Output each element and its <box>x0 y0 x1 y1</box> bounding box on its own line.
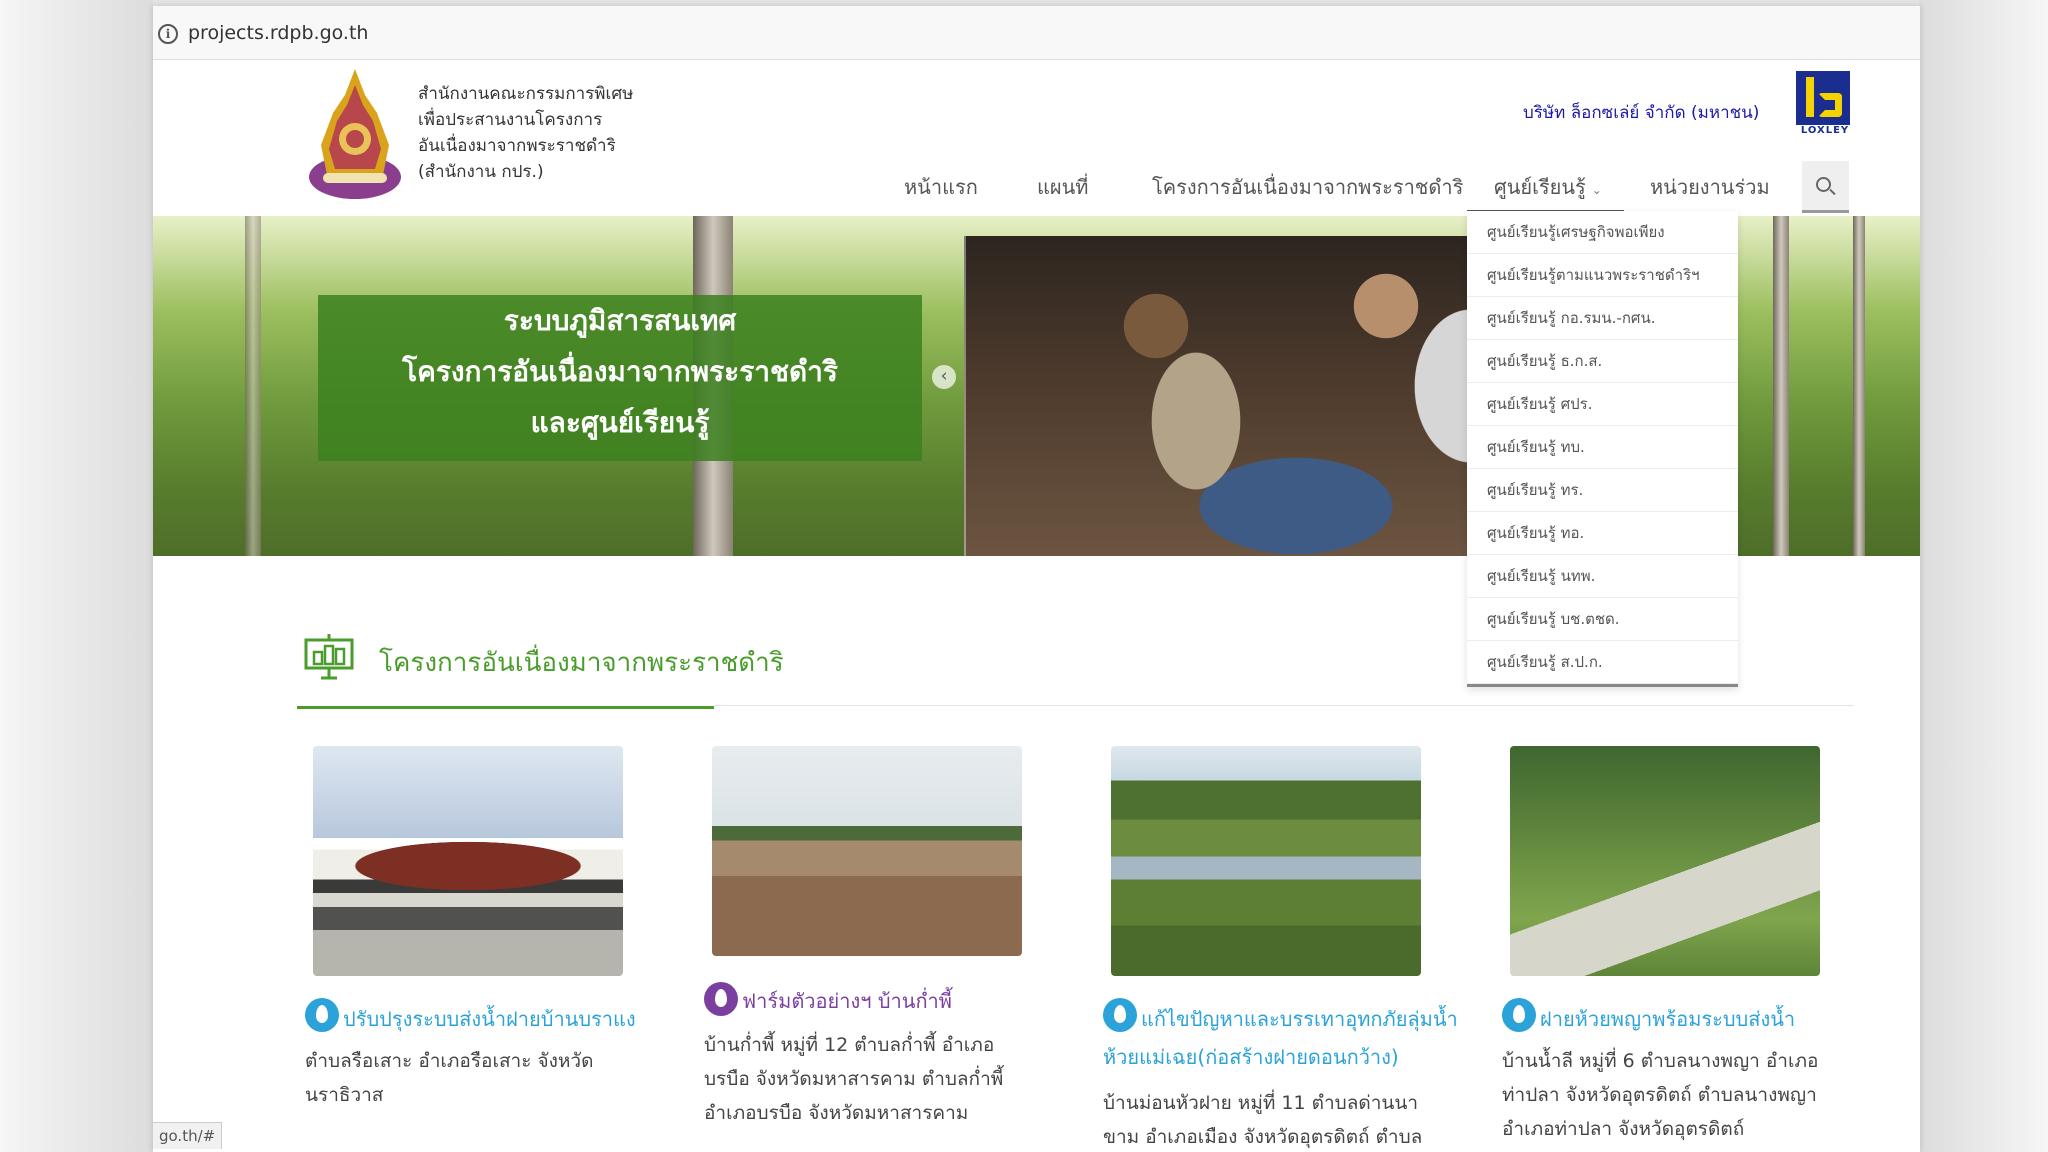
nav-item-map[interactable]: แผนที่ <box>1037 161 1088 213</box>
company-link[interactable]: บริษัท ล็อกซเล่ย์ จำกัด (มหาชน) <box>1523 99 1759 126</box>
dropdown-item[interactable]: ศูนย์เรียนรู้ ส.ป.ก. <box>1467 641 1738 684</box>
section-title: โครงการอันเนื่องมาจากพระราชดำริ <box>379 648 784 678</box>
project-description: บ้านม่อนหัวฝาย หมู่ที่ 11 ตำบลด่านนา ขาม… <box>1103 1086 1443 1152</box>
project-image[interactable] <box>1111 746 1421 976</box>
dropdown-item[interactable]: ศูนย์เรียนรู้ ศปร. <box>1467 383 1738 426</box>
dropdown-item[interactable]: ศูนย์เรียนรู้ ทบ. <box>1467 426 1738 469</box>
project-description-line: นราธิวาส <box>305 1084 384 1106</box>
slider-prev-icon[interactable]: ‹ <box>932 365 956 389</box>
section-divider <box>714 705 1854 706</box>
nav-item-royal-projects[interactable]: โครงการอันเนื่องมาจากพระราชดำริ <box>1152 161 1463 213</box>
project-card[interactable]: ฝายห้วยพญาพร้อมระบบส่งน้ำ บ้านน้ำลี หมู่… <box>1502 746 1842 1146</box>
nav-item-learning-centers[interactable]: ศูนย์เรียนรู้ ⌄ <box>1467 161 1624 213</box>
dropdown-item[interactable]: ศูนย์เรียนรู้ นทพ. <box>1467 555 1738 598</box>
browser-window: i projects.rdpb.go.th สำนักงานคณะกรรมการ… <box>153 6 1920 1152</box>
project-image[interactable] <box>712 746 1022 956</box>
status-bar-url: go.th/# <box>153 1122 223 1149</box>
learning-centers-dropdown: ศูนย์เรียนรู้เศรษฐกิจพอเพียง ศูนย์เรียนร… <box>1467 211 1738 687</box>
org-name-line: อันเนื่องมาจากพระราชดำริ <box>418 136 616 156</box>
project-description: บ้านน้ำลี หมู่ที่ 6 ตำบลนางพญา อำเภอ ท่า… <box>1502 1044 1842 1146</box>
project-description: บ้านก่ำพี้ หมู่ที่ 12 ตำบลก่ำพี้ อำเภอ บ… <box>704 1028 1044 1130</box>
project-title[interactable]: ปรับปรุงระบบส่งน้ำฝายบ้านบราแง <box>343 1000 636 1038</box>
loxley-label: LOXLEY <box>1800 125 1850 136</box>
project-title-line: แก้ไขปัญหาและบรรเทาอุทกภัยลุ่มน้ำ <box>1141 1007 1458 1031</box>
project-description-line: บ้านก่ำพี้ หมู่ที่ 12 ตำบลก่ำพี้ อำเภอ <box>704 1034 995 1056</box>
dropdown-item[interactable]: ศูนย์เรียนรู้ตามแนวพระราชดำริฯ <box>1467 254 1738 297</box>
project-description-line: อำเภอท่าปลา จังหวัดอุตรดิตถ์ <box>1502 1118 1745 1140</box>
hero-caption-line: โครงการอันเนื่องมาจากพระราชดำริ <box>402 355 838 388</box>
project-description-line: บรบือ จังหวัดมหาสารคาม ตำบลก่ำพี้ <box>704 1068 1004 1090</box>
address-bar[interactable]: i projects.rdpb.go.th <box>153 6 1920 60</box>
project-description-line: ขาม อำเภอเมือง จังหวัดอุตรดิตถ์ ตำบล <box>1103 1126 1423 1148</box>
main-nav: หน้าแรก แผนที่ โครงการอันเนื่องมาจากพระร… <box>153 161 1920 213</box>
water-drop-icon <box>704 982 738 1016</box>
loxley-logo-icon <box>1796 71 1850 125</box>
project-description-line: ตำบลรือเสาะ อำเภอรือเสาะ จังหวัด <box>305 1050 594 1072</box>
nav-item-partner-agencies[interactable]: หน่วยงานร่วม <box>1650 161 1770 213</box>
section-heading: โครงการอันเนื่องมาจากพระราชดำริ <box>297 624 784 709</box>
dropdown-item[interactable]: ศูนย์เรียนรู้ ทร. <box>1467 469 1738 512</box>
project-title[interactable]: แก้ไขปัญหาและบรรเทาอุทกภัยลุ่มน้ำ ห้วยแม… <box>1103 1000 1458 1076</box>
presentation-board-icon <box>304 634 354 680</box>
url-text[interactable]: projects.rdpb.go.th <box>188 22 368 44</box>
hero-caption: ระบบภูมิสารสนเทศ โครงการอันเนื่องมาจากพร… <box>318 295 922 461</box>
hero-caption-line: ระบบภูมิสารสนเทศ <box>503 304 737 337</box>
dropdown-item[interactable]: ศูนย์เรียนรู้ ธ.ก.ส. <box>1467 340 1738 383</box>
project-card[interactable]: ปรับปรุงระบบส่งน้ำฝายบ้านบราแง ตำบลรือเส… <box>305 746 645 1112</box>
dropdown-item[interactable]: ศูนย์เรียนรู้ บช.ตชด. <box>1467 598 1738 641</box>
site-header: สำนักงานคณะกรรมการพิเศษ เพื่อประสานงานโค… <box>153 61 1920 221</box>
project-description-line: ท่าปลา จังหวัดอุตรดิตถ์ ตำบลนางพญา <box>1502 1084 1817 1106</box>
nav-item-label: ศูนย์เรียนรู้ <box>1494 175 1586 199</box>
chevron-down-icon: ⌄ <box>1591 183 1602 197</box>
loxley-logo[interactable]: LOXLEY <box>1796 71 1854 141</box>
project-title-line: ปรับปรุงระบบส่งน้ำฝายบ้านบราแง <box>343 1007 636 1031</box>
dropdown-item[interactable]: ศูนย์เรียนรู้ กอ.รมน.-กศน. <box>1467 297 1738 340</box>
nav-item-home[interactable]: หน้าแรก <box>904 161 978 213</box>
water-drop-icon <box>1502 998 1536 1032</box>
search-button[interactable] <box>1802 161 1849 213</box>
project-title[interactable]: ฝายห้วยพญาพร้อมระบบส่งน้ำ <box>1540 1000 1795 1038</box>
background-left <box>0 0 153 1152</box>
info-icon[interactable]: i <box>158 24 178 44</box>
project-description-line: บ้านม่อนหัวฝาย หมู่ที่ 11 ตำบลด่านนา <box>1103 1092 1419 1114</box>
project-title-line: ฟาร์มตัวอย่างฯ บ้านก่ำพี้ <box>742 989 952 1013</box>
org-name-line: สำนักงานคณะกรรมการพิเศษ <box>418 84 634 104</box>
project-card[interactable]: ฟาร์มตัวอย่างฯ บ้านก่ำพี้ บ้านก่ำพี้ หมู… <box>704 746 1044 1130</box>
background-right <box>1919 0 2048 1152</box>
dropdown-item[interactable]: ศูนย์เรียนรู้ ทอ. <box>1467 512 1738 555</box>
project-image[interactable] <box>313 746 623 976</box>
project-title[interactable]: ฟาร์มตัวอย่างฯ บ้านก่ำพี้ <box>742 982 952 1020</box>
hero-caption-line: และศูนย์เรียนรู้ <box>530 406 710 439</box>
project-title-line: ห้วยแม่เฉย(ก่อสร้างฝายดอนกว้าง) <box>1103 1045 1399 1069</box>
project-description-line: อำเภอบรบือ จังหวัดมหาสารคาม <box>704 1102 969 1124</box>
water-drop-icon <box>305 998 339 1032</box>
project-card[interactable]: แก้ไขปัญหาและบรรเทาอุทกภัยลุ่มน้ำ ห้วยแม… <box>1103 746 1458 1152</box>
dropdown-item[interactable]: ศูนย์เรียนรู้เศรษฐกิจพอเพียง <box>1467 211 1738 254</box>
org-name-line: เพื่อประสานงานโครงการ <box>418 110 603 130</box>
project-title-line: ฝายห้วยพญาพร้อมระบบส่งน้ำ <box>1540 1007 1796 1031</box>
project-image[interactable] <box>1510 746 1820 976</box>
project-description: ตำบลรือเสาะ อำเภอรือเสาะ จังหวัด นราธิวา… <box>305 1044 645 1112</box>
project-description-line: บ้านน้ำลี หมู่ที่ 6 ตำบลนางพญา อำเภอ <box>1502 1050 1819 1072</box>
